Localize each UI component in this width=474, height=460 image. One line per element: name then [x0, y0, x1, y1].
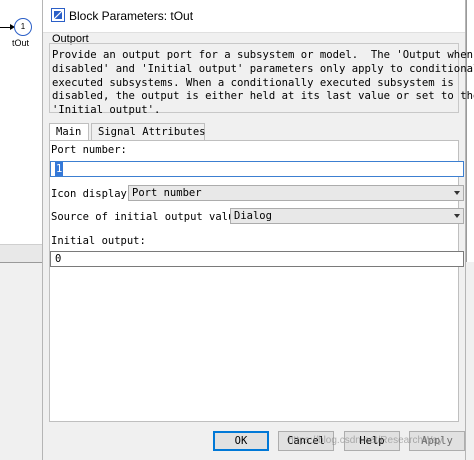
- dialog-titlebar[interactable]: Block Parameters: tOut: [43, 0, 465, 33]
- description-line: 'Initial output'.: [52, 104, 161, 117]
- source-initial-output-dropdown[interactable]: Dialog: [230, 208, 464, 224]
- matlab-app-icon: [51, 8, 65, 22]
- ok-button[interactable]: OK: [213, 431, 269, 451]
- initial-output-label: Initial output:: [51, 235, 146, 247]
- canvas-horizontal-scrollbar[interactable]: [0, 244, 44, 262]
- chevron-down-icon: [454, 214, 460, 218]
- chevron-down-icon: [454, 191, 460, 195]
- description-line: executed subsystems. When a conditionall…: [52, 76, 454, 89]
- description-line: disabled, the output is either held at i…: [52, 90, 474, 103]
- port-number-label: Port number:: [51, 144, 127, 156]
- description-line: Provide an output port for a subsystem o…: [52, 49, 473, 61]
- source-initial-output-value: Dialog: [234, 210, 272, 222]
- initial-output-value: 0: [55, 253, 62, 265]
- dialog-title: Block Parameters: tOut: [69, 9, 194, 23]
- icon-display-dropdown[interactable]: Port number: [128, 185, 464, 201]
- icon-display-label: Icon display:: [51, 188, 134, 200]
- model-canvas-right-edge: [466, 0, 474, 262]
- outport-block-number: 1: [20, 22, 26, 31]
- outport-block[interactable]: 1: [14, 18, 32, 36]
- block-parameters-dialog: Block Parameters: tOut Outport Provide a…: [42, 0, 474, 460]
- tab-signal-attributes[interactable]: Signal Attributes: [91, 123, 205, 141]
- outport-block-name[interactable]: tOut: [12, 38, 29, 48]
- watermark: https://blog.csdn.net/ResearchWay: [288, 435, 443, 446]
- window-edge: [468, 262, 474, 460]
- icon-display-value: Port number: [132, 187, 202, 199]
- initial-output-field[interactable]: 0: [50, 251, 464, 267]
- block-description: Provide an output port for a subsystem o…: [52, 49, 474, 118]
- port-number-field[interactable]: 1: [50, 161, 464, 177]
- description-line: disabled' and 'Initial output' parameter…: [52, 62, 474, 75]
- tab-panel-main: [49, 140, 459, 422]
- source-initial-output-label: Source of initial output value:: [51, 211, 247, 223]
- port-number-value: 1: [55, 162, 64, 176]
